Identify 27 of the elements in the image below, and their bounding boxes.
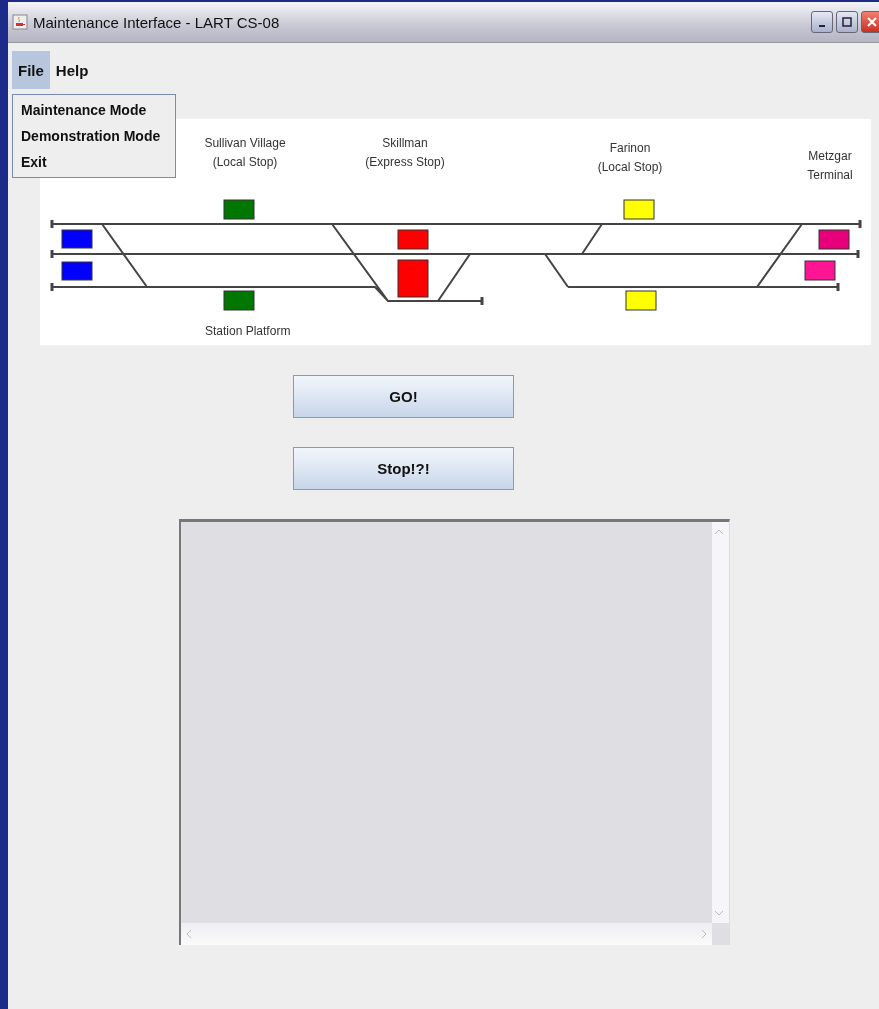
horizontal-scrollbar[interactable] bbox=[181, 923, 712, 945]
cup-icon bbox=[12, 14, 28, 30]
close-button[interactable] bbox=[861, 11, 879, 33]
menu-item[interactable]: Help bbox=[49, 51, 95, 89]
menu-option[interactable]: Demonstration Mode bbox=[13, 123, 175, 149]
station-name: Farinon bbox=[609, 141, 651, 155]
station-name: Skillman bbox=[382, 136, 428, 150]
action-button[interactable]: GO! bbox=[293, 375, 514, 418]
window-title: Maintenance Interface - LART CS-08 bbox=[33, 13, 281, 31]
menu-item[interactable]: File bbox=[12, 51, 50, 89]
minimize-button[interactable] bbox=[811, 11, 833, 33]
station-name: Sullivan Village bbox=[204, 136, 286, 150]
maximize-button[interactable] bbox=[836, 11, 858, 33]
close-icon bbox=[867, 17, 877, 27]
menu-option[interactable]: Maintenance Mode bbox=[13, 97, 175, 123]
station-name: Metzgar bbox=[808, 149, 852, 163]
platform-label: Station Platform bbox=[205, 324, 291, 338]
log-text-area[interactable] bbox=[179, 519, 730, 945]
station-type: (Express Stop) bbox=[365, 155, 445, 169]
maximize-icon bbox=[842, 17, 852, 27]
action-button[interactable]: Stop!?! bbox=[293, 447, 514, 490]
station-type: (Local Stop) bbox=[597, 160, 663, 174]
minimize-icon bbox=[819, 25, 825, 27]
station-type: Terminal bbox=[807, 168, 853, 182]
vertical-scrollbar[interactable] bbox=[712, 522, 729, 923]
menu-option[interactable]: Exit bbox=[13, 149, 175, 175]
station-type: (Local Stop) bbox=[212, 155, 278, 169]
